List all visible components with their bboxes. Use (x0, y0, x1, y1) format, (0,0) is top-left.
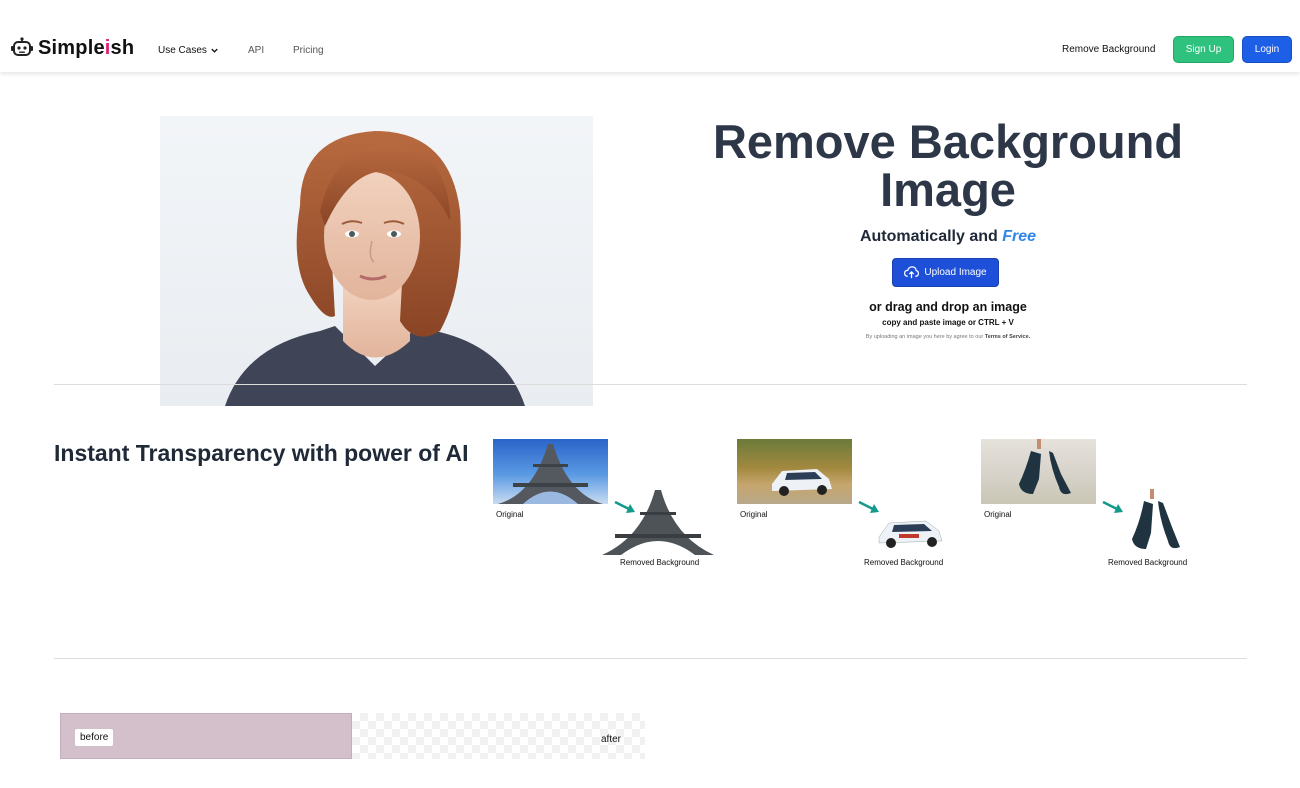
example-original-label: Original (740, 510, 768, 519)
rally-car-icon (772, 469, 832, 496)
section-divider (54, 384, 1247, 385)
hero-subtitle-accent: Free (1002, 228, 1037, 245)
nav-use-cases-label: Use Cases (158, 45, 207, 56)
transparency-title: Instant Transparency with power of AI (54, 440, 469, 466)
terms-of-service-link[interactable]: Terms of Service. (985, 334, 1030, 340)
terms-notice-prefix: By uploading an image you here by agree … (865, 334, 984, 340)
drag-drop-text: or drag and drop an image (869, 300, 1027, 314)
example-removed-label: Removed Background (620, 558, 700, 567)
cloud-upload-icon (904, 266, 920, 279)
nav-use-cases[interactable]: Use Cases (158, 45, 219, 56)
login-button[interactable]: Login (1242, 36, 1292, 63)
logo[interactable]: Simpleish (10, 36, 134, 60)
hero-subtitle-prefix: Automatically and (859, 228, 998, 245)
high-heels-icon (1019, 439, 1071, 495)
example-original-image (737, 439, 852, 504)
logo-text: Simpleish (38, 37, 134, 60)
top-navbar: Simpleish Use Cases API Pricing Remove B… (0, 0, 1300, 72)
example-eiffel-tower: Original Removed Background (493, 439, 714, 574)
logo-text-prefix: Simple (38, 36, 105, 59)
nav-api[interactable]: API (248, 45, 264, 56)
example-original-label: Original (496, 510, 524, 519)
hero-portrait-image (160, 116, 593, 406)
eiffel-tower-cutout-icon (602, 490, 714, 555)
chevron-down-icon (211, 48, 218, 53)
portrait-illustration (225, 131, 525, 406)
hero-subtitle: Automatically and Free (700, 228, 1196, 246)
nav-remove-background[interactable]: Remove Background (1062, 44, 1155, 55)
example-removed-label: Removed Background (1108, 558, 1188, 567)
after-label: after (601, 734, 622, 745)
example-original-image (981, 439, 1096, 504)
robot-icon (11, 37, 33, 56)
upload-image-button[interactable]: Upload Image (892, 258, 999, 287)
example-high-heels: Original Removed Background (981, 439, 1201, 574)
example-original-label: Original (984, 510, 1012, 519)
example-rally-car: Original Removed Background (737, 439, 957, 574)
eiffel-tower-icon (498, 444, 603, 504)
high-heels-cutout-icon (1132, 489, 1180, 549)
nav-pricing[interactable]: Pricing (293, 45, 324, 56)
sign-up-button[interactable]: Sign Up (1173, 36, 1234, 63)
terms-notice: By uploading an image you here by agree … (700, 334, 1196, 340)
rally-car-cutout-icon (878, 520, 943, 548)
section-divider (54, 658, 1247, 659)
hero-title: Remove Background Image (712, 115, 1184, 216)
before-label: before (75, 729, 114, 746)
paste-hint-text: copy and paste image or CTRL + V (882, 318, 1014, 327)
example-original-image (493, 439, 608, 504)
logo-text-suffix: sh (110, 36, 135, 59)
example-removed-label: Removed Background (864, 558, 944, 567)
upload-image-label: Upload Image (924, 267, 987, 278)
